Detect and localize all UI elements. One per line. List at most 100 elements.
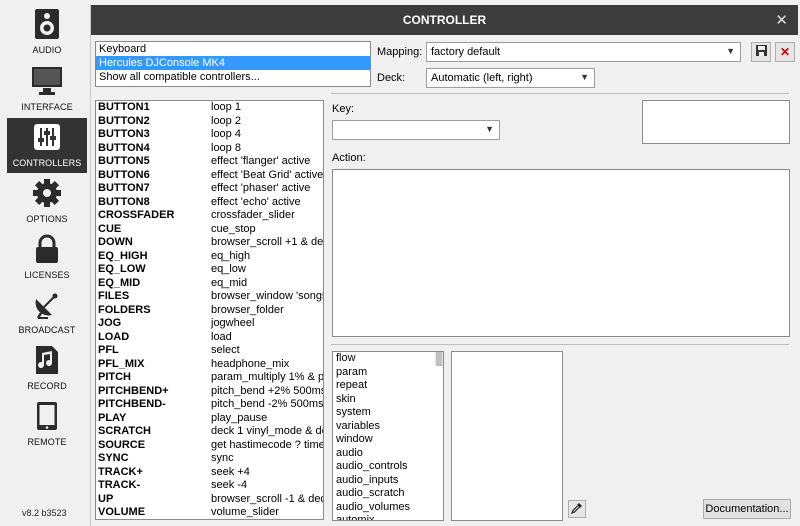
deck-select[interactable]: Automatic (left, right) ▼ (426, 68, 595, 88)
mapping-row[interactable]: UP browser_scroll -1 & deck (96, 493, 323, 507)
mapping-action: play_pause (211, 411, 268, 424)
mapping-key: PFL_MIX (98, 357, 145, 370)
mapping-row[interactable]: JOG jogwheel (96, 317, 323, 331)
mapping-row[interactable]: EQ_MID eq_mid (96, 277, 323, 291)
mapping-key: UP (98, 492, 114, 505)
controller-window: CONTROLLER ✕ Keyboard Hercules DJConsole… (90, 5, 798, 526)
documentation-button[interactable]: Documentation... (703, 499, 791, 519)
controller-item-show-all[interactable]: Show all compatible controllers... (96, 70, 370, 84)
sidebar-item-remote[interactable]: REMOTE (7, 397, 87, 452)
mapping-key: TRACK+ (98, 465, 143, 478)
mapping-row[interactable]: BUTTON2 loop 2 (96, 115, 323, 129)
controller-item-keyboard[interactable]: Keyboard (96, 42, 370, 56)
mapping-row[interactable]: FILES browser_window 'songs (96, 290, 323, 304)
mapping-key: PITCH (98, 371, 131, 383)
close-icon[interactable]: ✕ (775, 11, 788, 29)
pick-verb-button[interactable] (568, 500, 586, 518)
mapping-row[interactable]: TRACK+ seek +4 (96, 466, 323, 480)
verb-category-item[interactable]: repeat (333, 379, 443, 393)
verb-category-item[interactable]: automix (333, 514, 443, 520)
mapping-row[interactable]: SYNC sync (96, 452, 323, 466)
mapping-row[interactable]: BUTTON6 effect 'Beat Grid' active (96, 169, 323, 183)
mapping-row[interactable]: PFL select (96, 344, 323, 358)
mapping-row[interactable]: BUTTON8 effect 'echo' active (96, 196, 323, 210)
mapping-row[interactable]: TRACK-seek -4 (96, 479, 323, 493)
mapping-action: loop 8 (211, 141, 241, 154)
mapping-key: PITCHBEND- (98, 398, 166, 410)
mapping-key: JOG (98, 317, 122, 329)
save-mapping-button[interactable] (751, 42, 771, 62)
scrollbar-thumb[interactable] (436, 352, 442, 366)
mapping-key: FILES (98, 290, 130, 302)
verb-category-item[interactable]: param (333, 366, 443, 380)
mapping-key: LOAD (98, 330, 130, 343)
mapping-row[interactable]: PITCHBEND-pitch_bend -2% 500ms (96, 398, 323, 412)
verb-list[interactable] (451, 351, 563, 521)
mapping-action: browser_scroll +1 & dec (211, 236, 324, 248)
sliders-icon (31, 121, 63, 153)
verb-category-item[interactable]: audio_inputs (333, 474, 443, 488)
deck-label: Deck: (377, 72, 406, 84)
verb-category-item[interactable]: audio (333, 447, 443, 461)
mapping-action: browser_window 'songs (211, 290, 324, 302)
verb-category-item[interactable]: audio_volumes (333, 501, 443, 515)
mapping-row[interactable]: SOURCE get hastimecode ? timec (96, 439, 323, 453)
verb-category-item[interactable]: audio_controls (333, 460, 443, 474)
mapping-action: get hastimecode ? timec (211, 438, 324, 451)
delete-mapping-button[interactable]: ✕ (775, 42, 795, 62)
mapping-row[interactable]: PITCH param_multiply 1% & pit (96, 371, 323, 385)
mapping-row[interactable]: BUTTON5 effect 'flanger' active (96, 155, 323, 169)
mapping-row[interactable]: PFL_MIX headphone_mix (96, 358, 323, 372)
mapping-key: SCRATCH (98, 425, 151, 437)
mapping-action: jogwheel (211, 317, 255, 329)
mapping-row[interactable]: BUTTON1 loop 1 (96, 101, 323, 115)
mapping-row[interactable]: EQ_HIGH eq_high (96, 250, 323, 264)
mapping-row[interactable]: PLAY play_pause (96, 412, 323, 426)
mapping-row[interactable]: LOAD load (96, 331, 323, 345)
sidebar-item-options[interactable]: OPTIONS (7, 174, 87, 229)
verb-category-item[interactable]: skin (333, 393, 443, 407)
sidebar-item-audio[interactable]: AUDIO (7, 5, 87, 60)
scrollbar[interactable] (435, 352, 443, 366)
mapping-row[interactable]: BUTTON7 effect 'phaser' active (96, 182, 323, 196)
mapping-action: browser_scroll -1 & deck (211, 492, 324, 505)
controller-list[interactable]: Keyboard Hercules DJConsole MK4 Show all… (95, 41, 371, 87)
mapping-row[interactable]: SCRATCH deck 1 vinyl_mode & dec (96, 425, 323, 439)
sidebar-item-broadcast[interactable]: BROADCAST (7, 285, 87, 340)
mapping-select[interactable]: factory default ▼ (426, 42, 741, 62)
verb-category-item[interactable]: audio_scratch (333, 487, 443, 501)
controller-item-hercules[interactable]: Hercules DJConsole MK4 (96, 56, 370, 70)
action-textarea[interactable] (332, 169, 790, 337)
key-select[interactable]: ▼ (332, 120, 500, 140)
mapping-action: crossfader_slider (211, 209, 295, 221)
mapping-row[interactable]: FOLDERS browser_folder (96, 304, 323, 318)
mapping-action: sync (211, 452, 234, 464)
sidebar-item-record[interactable]: RECORD (7, 341, 87, 396)
mapping-key: BUTTON2 (98, 114, 150, 127)
verb-category-item[interactable]: flow (333, 352, 443, 366)
mapping-row[interactable]: CUE cue_stop (96, 223, 323, 237)
divider (331, 344, 789, 345)
mapping-action: effect 'echo' active (211, 195, 301, 208)
verb-category-list[interactable]: flow param repeat skin system variables window… (332, 351, 444, 521)
mapping-row[interactable]: DOWN browser_scroll +1 & dec (96, 236, 323, 250)
sidebar-item-interface[interactable]: INTERFACE (7, 62, 87, 117)
mapping-row[interactable]: CROSSFADER crossfader_slider (96, 209, 323, 223)
verb-category-item[interactable]: system (333, 406, 443, 420)
sidebar-item-licenses[interactable]: LICENSES (7, 230, 87, 285)
mapping-row[interactable]: BUTTON3 loop 4 (96, 128, 323, 142)
mapping-row[interactable]: BUTTON4 loop 8 (96, 142, 323, 156)
mapping-action: headphone_mix (211, 357, 290, 370)
mapping-row[interactable]: PITCHBEND+ pitch_bend +2% 500ms (96, 385, 323, 399)
verb-category-item[interactable]: window (333, 433, 443, 447)
verb-category-item[interactable]: variables (333, 420, 443, 434)
mapping-row[interactable]: EQ_LOW eq_low (96, 263, 323, 277)
mapping-key: SYNC (98, 452, 129, 464)
mapping-list[interactable]: BUTTON1 loop 1 BUTTON2 loop 2 BUTTON3 loop 4B… (95, 100, 324, 520)
chevron-down-icon: ▼ (485, 124, 494, 134)
mapping-row[interactable]: VOLUME volume_slider (96, 506, 323, 519)
sidebar-item-controllers[interactable]: CONTROLLERS (7, 118, 87, 173)
mapping-action: load (211, 330, 232, 343)
mapping-key: BUTTON8 (98, 195, 150, 208)
mapping-action: effect 'Beat Grid' active (211, 168, 324, 181)
